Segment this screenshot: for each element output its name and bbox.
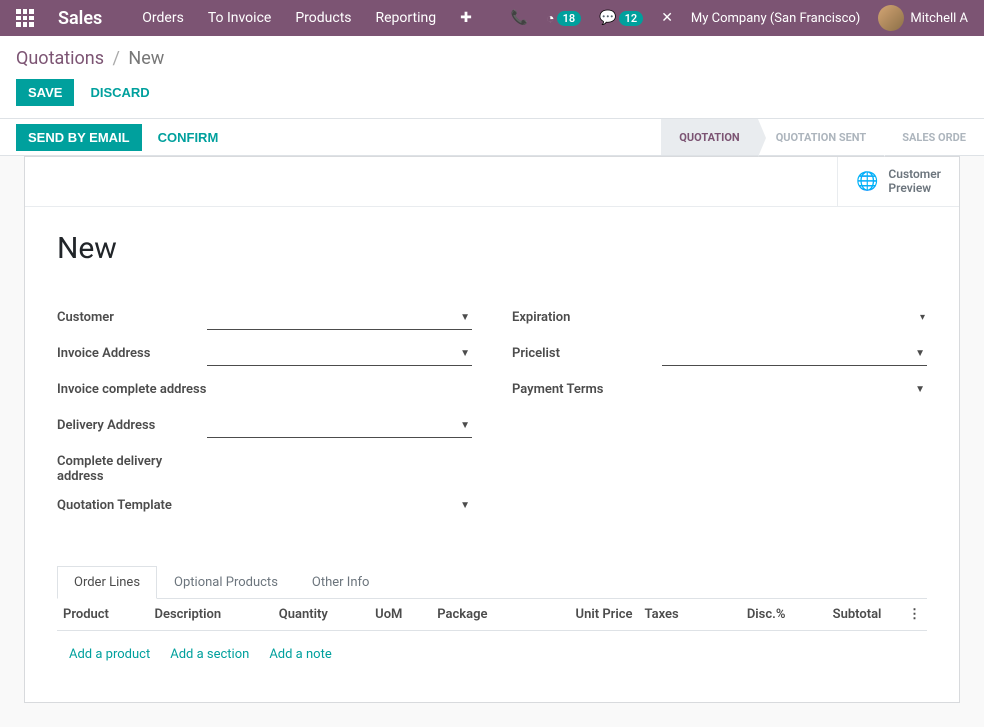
label-delivery-complete: Complete delivery address [57,450,207,484]
col-product[interactable]: Product [57,599,148,631]
breadcrumb-separator: / [112,48,119,69]
step-quotation[interactable]: QUOTATION [661,119,757,155]
form-col-right: Expiration ▾ Pricelist ▼ [512,306,927,530]
button-box: 🌐 Customer Preview [25,157,959,207]
sheet-wrap: 🌐 Customer Preview New Customer ▼ [0,156,984,727]
nav-plus-icon[interactable]: ✚ [460,10,472,26]
table-header-row: Product Description Quantity UoM Package… [57,599,927,631]
discuss-icon[interactable]: 💬 12 [599,10,643,26]
col-package[interactable]: Package [431,599,529,631]
field-delivery-complete: Complete delivery address [57,450,472,484]
clock-icon: ◔ [546,10,554,27]
customer-input[interactable] [207,306,472,330]
tools-icon[interactable]: ✕ [661,10,673,26]
tab-order-lines[interactable]: Order Lines [57,566,157,599]
discard-button[interactable]: DISCARD [90,85,149,100]
field-customer: Customer ▼ [57,306,472,332]
table-row: Add a product Add a section Add a note [57,630,927,678]
top-icons: 📞 ◔ 18 💬 12 ✕ My Company (San Francisco)… [511,5,968,31]
label-quotation-template: Quotation Template [57,494,207,513]
field-pricelist: Pricelist ▼ [512,342,927,368]
order-lines-table: Product Description Quantity UoM Package… [57,599,927,678]
field-delivery-address: Delivery Address ▼ [57,414,472,440]
activity-badge: 18 [557,11,582,26]
breadcrumb-row: Quotations / New [0,36,984,75]
tabs: Order Lines Optional Products Other Info [57,566,927,599]
nav-to-invoice[interactable]: To Invoice [208,10,272,26]
breadcrumb-current: New [128,48,164,69]
avatar [878,5,904,31]
user-menu[interactable]: Mitchell A [878,5,968,31]
tab-optional-products[interactable]: Optional Products [157,566,295,599]
label-invoice-complete: Invoice complete address [57,378,207,397]
payment-terms-input[interactable] [662,378,927,401]
activity-icon[interactable]: ◔ 18 [546,10,581,27]
label-delivery-address: Delivery Address [57,414,207,433]
field-quotation-template: Quotation Template ▼ [57,494,472,520]
form-grid: Customer ▼ Invoice Address ▼ [57,306,927,530]
globe-icon: 🌐 [856,171,878,192]
col-quantity[interactable]: Quantity [273,599,369,631]
label-expiration: Expiration [512,306,662,325]
field-invoice-complete: Invoice complete address [57,378,472,404]
chat-icon: 💬 [599,10,616,26]
invoice-address-input[interactable] [207,342,472,366]
status-left: SEND BY EMAIL CONFIRM [16,124,218,151]
delivery-address-input[interactable] [207,414,472,438]
col-subtotal[interactable]: Subtotal [791,599,887,631]
label-customer: Customer [57,306,207,325]
add-note-link[interactable]: Add a note [269,647,331,662]
tab-other-info[interactable]: Other Info [295,566,387,599]
phone-icon[interactable]: 📞 [511,10,528,26]
nav-reporting[interactable]: Reporting [376,10,437,26]
col-taxes[interactable]: Taxes [639,599,712,631]
send-email-button[interactable]: SEND BY EMAIL [16,124,142,151]
expiration-input[interactable] [662,306,927,329]
add-section-link[interactable]: Add a section [170,647,249,662]
app-brand[interactable]: Sales [58,8,102,29]
action-row: SAVE DISCARD [0,75,984,118]
breadcrumb-root[interactable]: Quotations [16,48,104,69]
field-expiration: Expiration ▾ [512,306,927,332]
user-name: Mitchell A [910,11,968,26]
pricelist-input[interactable] [662,342,927,366]
page-title: New [57,231,927,266]
label-pricelist: Pricelist [512,342,662,361]
field-payment-terms: Payment Terms ▼ [512,378,927,404]
step-quotation-sent[interactable]: QUOTATION SENT [758,119,885,155]
add-product-link[interactable]: Add a product [69,647,150,662]
step-sales-order[interactable]: SALES ORDE [884,119,984,155]
nav-menu: Orders To Invoice Products Reporting ✚ [142,10,472,26]
confirm-button[interactable]: CONFIRM [158,124,219,151]
status-steps: QUOTATION QUOTATION SENT SALES ORDE [661,119,984,155]
label-payment-terms: Payment Terms [512,378,662,397]
col-disc[interactable]: Disc.% [711,599,791,631]
label-invoice-address: Invoice Address [57,342,207,361]
save-button[interactable]: SAVE [16,79,74,106]
add-links: Add a product Add a section Add a note [63,639,921,670]
customer-preview-label: Customer Preview [888,167,941,196]
form-sheet: 🌐 Customer Preview New Customer ▼ [24,156,960,703]
col-kebab-icon[interactable]: ⋮ [887,599,927,631]
col-unit-price[interactable]: Unit Price [530,599,639,631]
discuss-badge: 12 [619,11,644,26]
top-nav: Sales Orders To Invoice Products Reporti… [0,0,984,36]
quotation-template-input[interactable] [207,494,472,517]
sheet-body: New Customer ▼ Invoice Address [25,207,959,702]
col-uom[interactable]: UoM [369,599,431,631]
field-invoice-address: Invoice Address ▼ [57,342,472,368]
form-col-left: Customer ▼ Invoice Address ▼ [57,306,472,530]
breadcrumb: Quotations / New [16,48,968,69]
customer-preview-button[interactable]: 🌐 Customer Preview [837,157,959,206]
apps-icon[interactable] [16,9,34,27]
status-bar: SEND BY EMAIL CONFIRM QUOTATION QUOTATIO… [0,118,984,156]
nav-orders[interactable]: Orders [142,10,184,26]
company-selector[interactable]: My Company (San Francisco) [691,11,860,26]
col-description[interactable]: Description [148,599,272,631]
nav-products[interactable]: Products [295,10,351,26]
